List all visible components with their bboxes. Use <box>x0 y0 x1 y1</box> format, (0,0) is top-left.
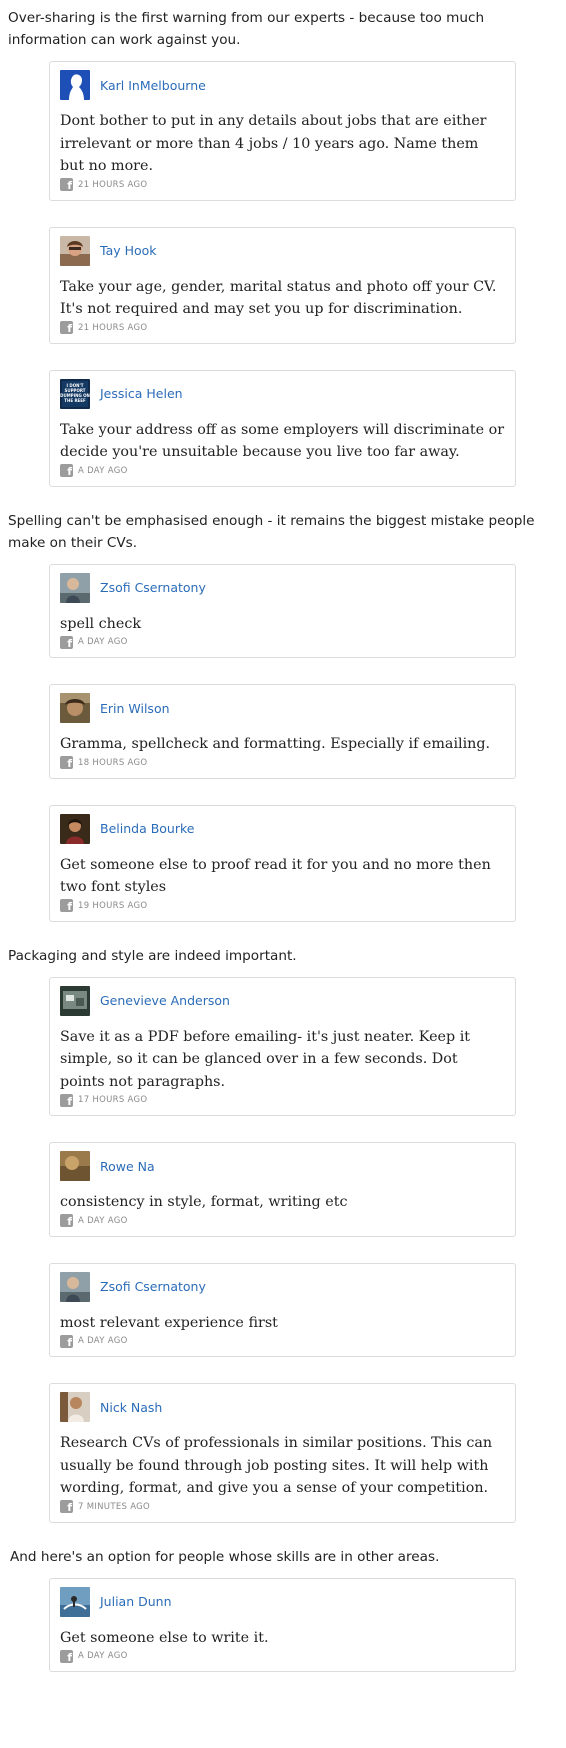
facebook-icon: f <box>60 756 73 770</box>
avatar[interactable] <box>60 235 90 266</box>
avatar[interactable] <box>60 70 90 100</box>
comment-author[interactable]: Julian Dunn <box>100 1594 172 1609</box>
comment-card: Karl InMelbourne Dont bother to put in a… <box>49 61 516 201</box>
comment-text: Get someone else to write it. <box>60 1629 269 1646</box>
comment-card: Tay Hook Take your age, gender, marital … <box>49 226 516 344</box>
comment-card: Erin Wilson Gramma, spellcheck and forma… <box>49 684 516 779</box>
comment-timestamp: A DAY AGO <box>78 1215 128 1226</box>
comment-card: Nick Nash Research CVs of professionals … <box>49 1383 516 1523</box>
comment-text: Take your age, gender, marital status an… <box>60 278 497 318</box>
comment-author[interactable]: Rowe Na <box>100 1159 155 1174</box>
comment-text: Dont bother to put in any details about … <box>60 113 487 174</box>
avatar[interactable] <box>60 1392 90 1422</box>
facebook-icon: f <box>60 178 73 192</box>
comment-text: Gramma, spellcheck and formatting. Espec… <box>60 736 491 752</box>
comment-timestamp: 21 HOURS AGO <box>78 322 148 333</box>
avatar[interactable] <box>60 1586 90 1617</box>
comment-author[interactable]: Tay Hook <box>100 243 157 258</box>
section-intro: Over-sharing is the first warning from o… <box>8 10 485 48</box>
facebook-icon: f <box>60 1649 73 1663</box>
facebook-icon: f <box>60 1500 73 1514</box>
comment-timestamp: 21 HOURS AGO <box>78 179 148 190</box>
comment-author[interactable]: Belinda Bourke <box>100 821 194 836</box>
comment-text: most relevant experience first <box>60 1314 278 1331</box>
comment-timestamp: A DAY AGO <box>78 637 128 647</box>
comment-text: consistency in style, format, writing et… <box>60 1194 348 1210</box>
comment-text: spell check <box>60 615 141 632</box>
comment-text: Research CVs of professionals in similar… <box>60 1435 493 1496</box>
comment-timestamp: 7 MINUTES AGO <box>78 1501 151 1512</box>
section-intro: Spelling can't be emphasised enough - it… <box>8 512 535 551</box>
avatar[interactable] <box>60 693 90 723</box>
comment-author[interactable]: Genevieve Anderson <box>100 993 230 1008</box>
comment-timestamp: A DAY AGO <box>78 1651 128 1661</box>
comment-timestamp: A DAY AGO <box>78 465 128 476</box>
comment-text: Take your address off as some employers … <box>60 421 505 461</box>
comment-author[interactable]: Erin Wilson <box>100 701 170 716</box>
comment-card: Belinda Bourke Get someone else to proof… <box>49 804 516 922</box>
comment-text: Save it as a PDF before emailing- it's j… <box>60 1028 471 1090</box>
comment-author[interactable]: Zsofi Csernatony <box>100 1279 206 1294</box>
avatar[interactable] <box>60 813 90 844</box>
facebook-icon: f <box>60 464 73 478</box>
avatar[interactable]: I DON'T SUPPORT DUMPING ON THE REEF <box>60 378 90 409</box>
section-intro: Packaging and style are indeed important… <box>8 947 297 964</box>
comment-card: Genevieve Anderson Save it as a PDF befo… <box>49 976 516 1116</box>
facebook-icon: f <box>60 635 73 649</box>
comment-card: I DON'T SUPPORT DUMPING ON THE REEF Jess… <box>49 369 516 487</box>
avatar[interactable] <box>60 985 90 1016</box>
avatar[interactable] <box>60 572 90 603</box>
comment-timestamp: 17 HOURS AGO <box>78 1095 148 1105</box>
comment-text: Get someone else to proof read it for yo… <box>60 856 491 896</box>
comment-card: Julian Dunn Get someone else to write it… <box>49 1577 516 1672</box>
avatar[interactable] <box>60 1271 90 1302</box>
comment-card: Zsofi Csernatony most relevant experienc… <box>49 1262 516 1357</box>
comment-card: Zsofi Csernatony spell check f A DAY AGO <box>49 563 516 658</box>
facebook-icon: f <box>60 899 73 913</box>
section-intro: And here's an option for people whose sk… <box>10 1548 440 1565</box>
comment-author[interactable]: Karl InMelbourne <box>100 78 206 93</box>
avatar[interactable] <box>60 1151 90 1181</box>
comment-author[interactable]: Zsofi Csernatony <box>100 580 206 595</box>
comment-timestamp: A DAY AGO <box>78 1336 128 1346</box>
svg-text:THE REEF: THE REEF <box>64 398 86 403</box>
comment-timestamp: 18 HOURS AGO <box>78 757 148 768</box>
article-content: Over-sharing is the first warning from o… <box>0 7 566 1672</box>
comment-author[interactable]: Jessica Helen <box>100 386 183 401</box>
facebook-icon: f <box>60 1214 73 1228</box>
facebook-icon: f <box>60 1093 73 1107</box>
facebook-icon: f <box>60 321 73 335</box>
facebook-icon: f <box>60 1334 73 1348</box>
comment-author[interactable]: Nick Nash <box>100 1400 162 1415</box>
comment-card: Rowe Na consistency in style, format, wr… <box>49 1142 516 1237</box>
comment-timestamp: 19 HOURS AGO <box>78 900 148 911</box>
